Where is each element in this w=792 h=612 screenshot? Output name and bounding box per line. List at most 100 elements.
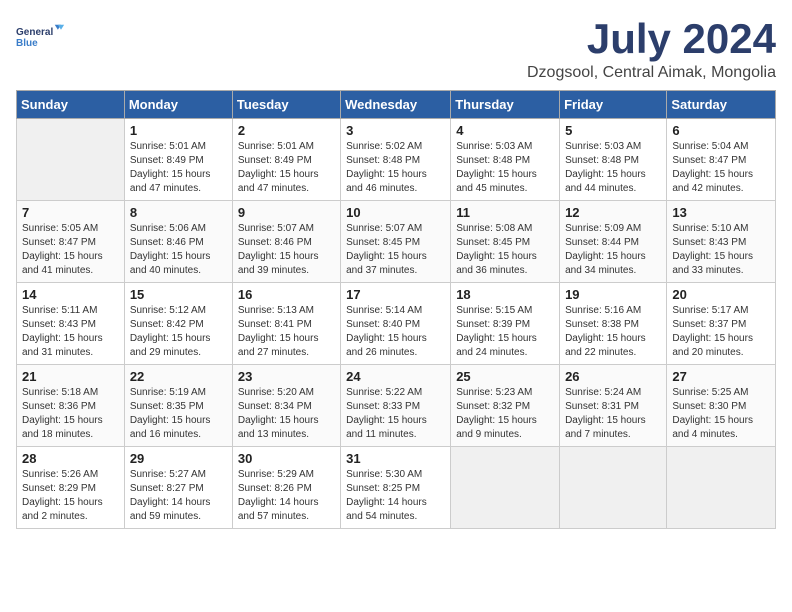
day-cell <box>17 119 125 201</box>
day-number: 2 <box>238 123 335 138</box>
week-row-4: 21 Sunrise: 5:18 AMSunset: 8:36 PMDayligh… <box>17 365 776 447</box>
week-row-5: 28Sunrise: 5:26 AMSunset: 8:29 PMDayligh… <box>17 447 776 529</box>
day-cell: 24 Sunrise: 5:22 AMSunset: 8:33 PMDayligh… <box>341 365 451 447</box>
day-info: Sunrise: 5:30 AMSunset: 8:25 PMDaylight:… <box>346 468 445 524</box>
day-cell <box>667 447 776 529</box>
day-cell: 20Sunrise: 5:17 AMSunset: 8:37 PMDayligh… <box>667 283 776 365</box>
day-cell: 23 Sunrise: 5:20 AMSunset: 8:34 PMDayligh… <box>232 365 340 447</box>
day-info: Sunrise: 5:11 AMSunset: 8:43 PMDaylight:… <box>22 304 119 360</box>
day-cell: 22Sunrise: 5:19 AMSunset: 8:35 PMDayligh… <box>124 365 232 447</box>
day-info: Sunrise: 5:13 AMSunset: 8:41 PMDaylight:… <box>238 304 335 360</box>
day-info: Sunrise: 5:05 AMSunset: 8:47 PMDaylight:… <box>22 222 119 278</box>
day-cell: 6 Sunrise: 5:04 AMSunset: 8:47 PMDaylight… <box>667 119 776 201</box>
day-info: Sunrise: 5:07 AMSunset: 8:45 PMDaylight:… <box>346 222 445 278</box>
day-info: Sunrise: 5:25 AMSunset: 8:30 PMDaylight:… <box>672 386 770 442</box>
day-number: 18 <box>456 287 554 302</box>
day-cell: 4 Sunrise: 5:03 AMSunset: 8:48 PMDaylight… <box>451 119 560 201</box>
day-number: 6 <box>672 123 770 138</box>
day-info: Sunrise: 5:19 AMSunset: 8:35 PMDaylight:… <box>130 386 227 442</box>
day-info: Sunrise: 5:22 AMSunset: 8:33 PMDaylight:… <box>346 386 445 442</box>
day-info: Sunrise: 5:01 AMSunset: 8:49 PMDaylight:… <box>238 140 335 196</box>
day-cell: 3 Sunrise: 5:02 AMSunset: 8:48 PMDaylight… <box>341 119 451 201</box>
day-info: Sunrise: 5:02 AMSunset: 8:48 PMDaylight:… <box>346 140 445 196</box>
day-cell: 9 Sunrise: 5:07 AMSunset: 8:46 PMDaylight… <box>232 201 340 283</box>
day-info: Sunrise: 5:03 AMSunset: 8:48 PMDaylight:… <box>565 140 661 196</box>
day-header-friday: Friday <box>560 91 667 119</box>
day-cell: 5 Sunrise: 5:03 AMSunset: 8:48 PMDaylight… <box>560 119 667 201</box>
day-cell: 25 Sunrise: 5:23 AMSunset: 8:32 PMDayligh… <box>451 365 560 447</box>
day-header-thursday: Thursday <box>451 91 560 119</box>
day-cell: 13Sunrise: 5:10 AMSunset: 8:43 PMDayligh… <box>667 201 776 283</box>
day-cell: 29 Sunrise: 5:27 AMSunset: 8:27 PMDayligh… <box>124 447 232 529</box>
day-number: 15 <box>130 287 227 302</box>
day-info: Sunrise: 5:29 AMSunset: 8:26 PMDaylight:… <box>238 468 335 524</box>
logo: General Blue <box>16 16 66 56</box>
day-info: Sunrise: 5:09 AMSunset: 8:44 PMDaylight:… <box>565 222 661 278</box>
day-cell <box>560 447 667 529</box>
calendar-header: SundayMondayTuesdayWednesdayThursdayFrid… <box>17 91 776 119</box>
day-info: Sunrise: 5:27 AMSunset: 8:27 PMDaylight:… <box>130 468 227 524</box>
day-number: 21 <box>22 369 119 384</box>
page-header: General Blue July 2024 Dzogsool, Central… <box>16 16 776 82</box>
day-number: 23 <box>238 369 335 384</box>
day-info: Sunrise: 5:03 AMSunset: 8:48 PMDaylight:… <box>456 140 554 196</box>
day-number: 17 <box>346 287 445 302</box>
calendar-table: SundayMondayTuesdayWednesdayThursdayFrid… <box>16 90 776 529</box>
week-row-2: 7 Sunrise: 5:05 AMSunset: 8:47 PMDaylight… <box>17 201 776 283</box>
day-info: Sunrise: 5:06 AMSunset: 8:46 PMDaylight:… <box>130 222 227 278</box>
day-info: Sunrise: 5:07 AMSunset: 8:46 PMDaylight:… <box>238 222 335 278</box>
day-number: 9 <box>238 205 335 220</box>
day-cell: 18 Sunrise: 5:15 AMSunset: 8:39 PMDayligh… <box>451 283 560 365</box>
day-header-sunday: Sunday <box>17 91 125 119</box>
title-section: July 2024 Dzogsool, Central Aimak, Mongo… <box>527 16 776 82</box>
day-header-wednesday: Wednesday <box>341 91 451 119</box>
day-info: Sunrise: 5:20 AMSunset: 8:34 PMDaylight:… <box>238 386 335 442</box>
day-number: 29 <box>130 451 227 466</box>
day-number: 24 <box>346 369 445 384</box>
day-info: Sunrise: 5:14 AMSunset: 8:40 PMDaylight:… <box>346 304 445 360</box>
day-cell: 26Sunrise: 5:24 AMSunset: 8:31 PMDayligh… <box>560 365 667 447</box>
day-info: Sunrise: 5:12 AMSunset: 8:42 PMDaylight:… <box>130 304 227 360</box>
day-info: Sunrise: 5:18 AMSunset: 8:36 PMDaylight:… <box>22 386 119 442</box>
day-number: 30 <box>238 451 335 466</box>
day-cell: 14Sunrise: 5:11 AMSunset: 8:43 PMDayligh… <box>17 283 125 365</box>
day-number: 26 <box>565 369 661 384</box>
day-number: 20 <box>672 287 770 302</box>
day-cell: 27 Sunrise: 5:25 AMSunset: 8:30 PMDayligh… <box>667 365 776 447</box>
day-cell: 1 Sunrise: 5:01 AMSunset: 8:49 PMDaylight… <box>124 119 232 201</box>
day-number: 4 <box>456 123 554 138</box>
week-row-3: 14Sunrise: 5:11 AMSunset: 8:43 PMDayligh… <box>17 283 776 365</box>
day-number: 10 <box>346 205 445 220</box>
header-row: SundayMondayTuesdayWednesdayThursdayFrid… <box>17 91 776 119</box>
day-header-monday: Monday <box>124 91 232 119</box>
day-number: 3 <box>346 123 445 138</box>
day-cell: 12 Sunrise: 5:09 AMSunset: 8:44 PMDayligh… <box>560 201 667 283</box>
day-info: Sunrise: 5:01 AMSunset: 8:49 PMDaylight:… <box>130 140 227 196</box>
day-number: 5 <box>565 123 661 138</box>
day-cell: 21 Sunrise: 5:18 AMSunset: 8:36 PMDayligh… <box>17 365 125 447</box>
day-cell: 2 Sunrise: 5:01 AMSunset: 8:49 PMDaylight… <box>232 119 340 201</box>
day-cell: 17 Sunrise: 5:14 AMSunset: 8:40 PMDayligh… <box>341 283 451 365</box>
day-info: Sunrise: 5:26 AMSunset: 8:29 PMDaylight:… <box>22 468 119 524</box>
day-number: 7 <box>22 205 119 220</box>
week-row-1: 1 Sunrise: 5:01 AMSunset: 8:49 PMDaylight… <box>17 119 776 201</box>
day-cell: 31Sunrise: 5:30 AMSunset: 8:25 PMDayligh… <box>341 447 451 529</box>
day-info: Sunrise: 5:23 AMSunset: 8:32 PMDaylight:… <box>456 386 554 442</box>
day-number: 27 <box>672 369 770 384</box>
day-number: 1 <box>130 123 227 138</box>
day-info: Sunrise: 5:04 AMSunset: 8:47 PMDaylight:… <box>672 140 770 196</box>
location: Dzogsool, Central Aimak, Mongolia <box>527 64 776 82</box>
logo-svg: General Blue <box>16 16 66 56</box>
svg-text:General: General <box>16 27 53 38</box>
day-number: 16 <box>238 287 335 302</box>
day-cell <box>451 447 560 529</box>
day-number: 19 <box>565 287 661 302</box>
day-number: 11 <box>456 205 554 220</box>
day-number: 12 <box>565 205 661 220</box>
day-number: 25 <box>456 369 554 384</box>
day-info: Sunrise: 5:15 AMSunset: 8:39 PMDaylight:… <box>456 304 554 360</box>
day-cell: 19Sunrise: 5:16 AMSunset: 8:38 PMDayligh… <box>560 283 667 365</box>
day-cell: 30 Sunrise: 5:29 AMSunset: 8:26 PMDayligh… <box>232 447 340 529</box>
day-cell: 16 Sunrise: 5:13 AMSunset: 8:41 PMDayligh… <box>232 283 340 365</box>
day-cell: 11Sunrise: 5:08 AMSunset: 8:45 PMDayligh… <box>451 201 560 283</box>
